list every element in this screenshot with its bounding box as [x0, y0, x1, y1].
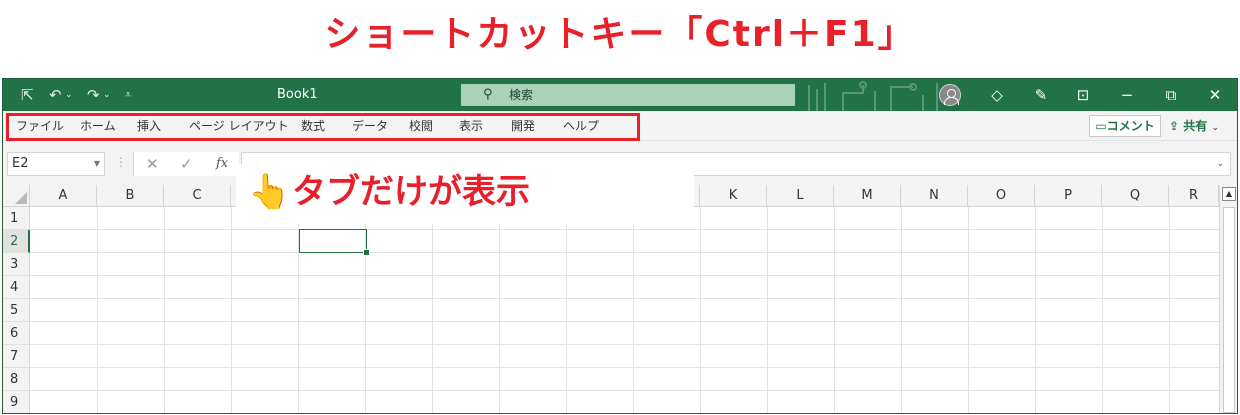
select-cursor-icon[interactable]: ⇱ — [21, 79, 34, 111]
search-icon: ⚲ — [483, 87, 493, 102]
grid-line — [1169, 207, 1170, 413]
name-box[interactable]: E2 ▼ — [7, 152, 105, 176]
share-dropdown-icon[interactable]: ⌄ — [1211, 123, 1219, 133]
column-header[interactable]: B — [97, 185, 164, 207]
grid-line — [834, 207, 835, 413]
tabs-highlight-box — [6, 113, 640, 141]
grid-line — [432, 207, 433, 413]
grid-line — [30, 367, 1219, 368]
grid-line — [30, 344, 1219, 345]
selected-cell-e2[interactable] — [299, 229, 370, 256]
grid-line — [231, 207, 232, 413]
row-header[interactable]: 4 — [3, 276, 30, 299]
redo-dropdown-icon[interactable]: ⌄ — [103, 79, 111, 111]
grid-line — [30, 298, 1219, 299]
pointing-hand-icon: 👆 — [248, 172, 291, 212]
grid-line — [30, 390, 1219, 391]
column-header[interactable]: Q — [1102, 185, 1169, 207]
user-avatar[interactable] — [939, 84, 961, 106]
scrollbar-thumb[interactable] — [1223, 207, 1235, 413]
comment-label: コメント — [1106, 119, 1155, 133]
column-header[interactable]: N — [901, 185, 968, 207]
row-header-active[interactable]: 2 — [3, 230, 30, 253]
row-header[interactable]: 8 — [3, 368, 30, 391]
page-title: ショートカットキー「Ctrl＋F1」 — [324, 14, 916, 55]
premium-diamond-icon[interactable]: ◇ — [983, 79, 1011, 111]
row-header[interactable]: 1 — [3, 207, 30, 230]
share-button[interactable]: ⇪ 共有 ⌄ — [1169, 115, 1233, 137]
search-placeholder: 検索 — [509, 88, 534, 102]
column-header[interactable]: R — [1169, 185, 1219, 207]
grid-line — [30, 321, 1219, 322]
grid-line — [767, 207, 768, 413]
scroll-up-icon[interactable]: ▲ — [1222, 187, 1236, 201]
column-header[interactable]: O — [968, 185, 1035, 207]
comment-icon: ▭ — [1095, 119, 1107, 133]
select-all-corner[interactable] — [3, 185, 30, 207]
ribbon-tab-row: ファイル ホーム 挿入 ページ レイアウト 数式 データ 校閲 表示 開発 ヘル… — [3, 111, 1237, 141]
customize-qat-icon[interactable]: ⩡ — [125, 79, 131, 111]
column-header[interactable]: K — [700, 185, 767, 207]
close-button[interactable]: ✕ — [1201, 79, 1229, 111]
grid-line — [566, 207, 567, 413]
grid-line — [499, 207, 500, 413]
column-header[interactable]: L — [767, 185, 834, 207]
row-header[interactable]: 5 — [3, 299, 30, 322]
excel-window: ⇱ ↶ ⌄ ↷ ⌄ ⩡ Book1 ⚲ 検索 ◇ ✎ ⊡ − ⧉ ✕ ファイル … — [2, 78, 1238, 414]
grid-line — [901, 207, 902, 413]
row-header[interactable]: 3 — [3, 253, 30, 276]
row-header[interactable]: 6 — [3, 322, 30, 345]
comment-button[interactable]: ▭コメント — [1089, 115, 1161, 137]
undo-dropdown-icon[interactable]: ⌄ — [65, 79, 73, 111]
row-header[interactable]: 9 — [3, 391, 30, 413]
enter-check-icon[interactable]: ✓ — [180, 152, 193, 176]
grid-line — [1102, 207, 1103, 413]
column-header[interactable]: C — [164, 185, 231, 207]
callout-annotation: 👆 タブだけが表示 — [236, 164, 694, 224]
vertical-scrollbar[interactable]: ▲ — [1219, 185, 1237, 413]
callout-text: タブだけが表示 — [292, 172, 530, 212]
cancel-icon[interactable]: ✕ — [146, 152, 159, 176]
redo-icon[interactable]: ↷ — [87, 79, 100, 111]
undo-icon[interactable]: ↶ — [49, 79, 62, 111]
formula-buttons: ✕ ✓ fx — [133, 152, 239, 176]
grid-line — [700, 207, 701, 413]
pen-icon[interactable]: ✎ — [1027, 79, 1055, 111]
search-input[interactable]: ⚲ 検索 — [461, 84, 795, 106]
grid-line — [164, 207, 165, 413]
grid-line — [1035, 207, 1036, 413]
ribbon-display-icon[interactable]: ⊡ — [1069, 79, 1097, 111]
workbook-title: Book1 — [277, 87, 318, 102]
name-box-value: E2 — [12, 156, 29, 171]
share-label: 共有 — [1183, 119, 1208, 133]
share-icon: ⇪ — [1169, 119, 1180, 133]
insert-function-icon[interactable]: fx — [216, 152, 228, 176]
restore-button[interactable]: ⧉ — [1157, 79, 1185, 111]
column-header[interactable]: P — [1035, 185, 1102, 207]
grid-line — [97, 207, 98, 413]
name-box-dropdown-icon[interactable]: ▼ — [94, 153, 100, 175]
grid-line — [30, 275, 1219, 276]
column-header[interactable]: M — [834, 185, 901, 207]
row-header[interactable]: 7 — [3, 345, 30, 368]
column-header[interactable]: A — [30, 185, 97, 207]
minimize-button[interactable]: − — [1113, 79, 1141, 111]
title-bar: ⇱ ↶ ⌄ ↷ ⌄ ⩡ Book1 ⚲ 検索 ◇ ✎ ⊡ − ⧉ ✕ — [3, 79, 1237, 111]
expand-formula-bar-icon[interactable]: ⌄ — [1216, 153, 1224, 175]
grid-line — [633, 207, 634, 413]
grid-line — [30, 252, 1219, 253]
circuit-decoration-icon — [808, 81, 938, 111]
formula-bar-grip-icon[interactable]: ⋮ — [115, 155, 127, 169]
grid-line — [968, 207, 969, 413]
grid-line — [30, 229, 1219, 230]
grid-line — [30, 413, 1219, 414]
